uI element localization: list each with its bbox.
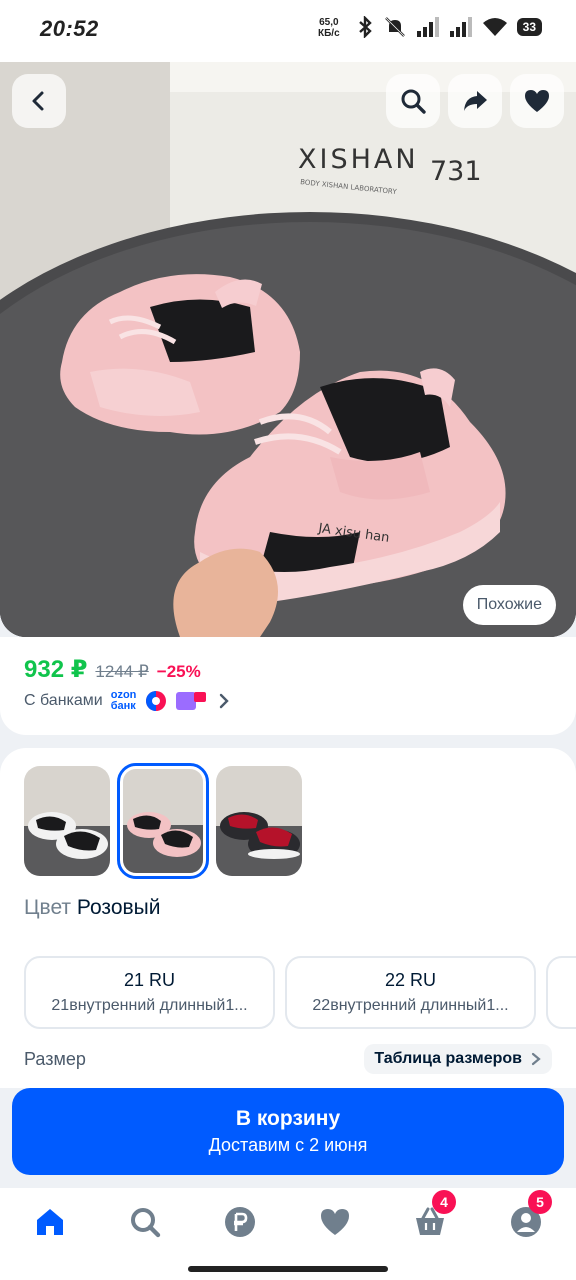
home-indicator[interactable] <box>188 1266 388 1272</box>
signal-icon <box>449 17 472 37</box>
cart-button-subtitle: Доставим с 2 июня <box>208 1135 368 1155</box>
ozon-bank-line2: банк <box>110 700 136 712</box>
current-price: 932 ₽ <box>24 656 88 683</box>
ruble-icon <box>225 1207 255 1237</box>
network-speed: 65,0 КБ/с <box>318 17 340 39</box>
banks-row[interactable]: С банками ozon банк <box>24 689 232 713</box>
thumb-image <box>24 766 110 876</box>
ozon-bank-logo: ozon банк <box>111 690 137 712</box>
color-thumbnails <box>24 763 302 879</box>
nav-home[interactable] <box>26 1198 74 1246</box>
status-time: 20:52 <box>40 16 99 41</box>
discount-badge: −25% <box>156 662 201 681</box>
product-photo: XISHAN 731 BODY XISHAN LABORATORY JA xis… <box>0 62 576 637</box>
size-label: Размер <box>24 1048 86 1069</box>
nav-search[interactable] <box>121 1198 169 1246</box>
nav-cart[interactable]: 4 <box>406 1190 456 1246</box>
heart-icon <box>525 90 549 112</box>
color-label: Цвет <box>24 896 72 919</box>
chevron-right-icon <box>220 693 230 709</box>
size-option-main: 22 RU <box>384 970 437 990</box>
old-price: 1244 ₽ <box>95 662 149 681</box>
color-value: Розовый <box>76 896 161 919</box>
wifi-icon <box>482 18 507 36</box>
battery-icon: 33 <box>516 18 542 36</box>
color-thumb-black-red[interactable] <box>216 766 302 876</box>
signal-icon <box>416 17 439 37</box>
status-bar: 20:52 65,0 КБ/с 33 <box>0 0 576 62</box>
cart-button-title: В корзину <box>235 1107 341 1130</box>
color-thumb-pink[interactable] <box>117 763 209 879</box>
bank-logo-icon <box>146 691 167 711</box>
thumb-image <box>216 766 302 876</box>
size-option[interactable]: 22 RU 22внутренний длинный1... <box>285 956 536 1029</box>
bluetooth-icon <box>358 16 372 38</box>
variant-card: Цвет Розовый 21 RU 21внутренний длинный1… <box>0 748 576 1088</box>
add-to-cart-button[interactable]: В корзину Доставим с 2 июня <box>12 1088 564 1175</box>
nav-finance[interactable] <box>216 1198 264 1246</box>
color-line: Цвет Розовый <box>24 896 161 920</box>
size-option-main: 21 RU <box>123 970 176 990</box>
product-page: 20:52 65,0 КБ/с 33 XISHAN 731 BODY XISHA… <box>0 0 576 1280</box>
size-option-sub: 22внутренний длинный1... <box>312 997 509 1014</box>
size-table-label: Таблица размеров <box>374 1050 522 1067</box>
nav-favorites[interactable] <box>311 1198 359 1246</box>
banks-label: С банками <box>24 692 103 709</box>
size-row: Размер Таблица размеров <box>24 1044 552 1074</box>
box-brand: XISHAN <box>298 144 419 175</box>
search-button[interactable] <box>386 74 440 128</box>
profile-count-badge: 5 <box>528 1190 552 1214</box>
size-options: 21 RU 21внутренний длинный1... 22 RU 22в… <box>24 956 576 1029</box>
chevron-right-icon <box>531 1052 541 1066</box>
price-card: 932 ₽ 1244 ₽ −25% С банками ozon банк <box>0 637 576 735</box>
size-option-sub: 21внутренний длинный1... <box>51 997 248 1014</box>
similar-button[interactable]: Похожие <box>462 585 556 625</box>
size-table-link[interactable]: Таблица размеров <box>364 1044 552 1074</box>
network-speed-unit: КБ/с <box>318 28 340 39</box>
search-icon <box>401 89 426 114</box>
color-thumb-black-white[interactable] <box>24 766 110 876</box>
size-option[interactable] <box>546 956 576 1029</box>
back-icon <box>32 91 44 111</box>
price-row: 932 ₽ 1244 ₽ −25% <box>24 655 201 684</box>
thumb-image <box>123 769 203 873</box>
share-button[interactable] <box>448 74 502 128</box>
box-brand-num: 731 <box>430 156 482 187</box>
heart-icon <box>321 1209 349 1235</box>
share-icon <box>464 91 487 111</box>
favorite-button[interactable] <box>510 74 564 128</box>
back-button[interactable] <box>12 74 66 128</box>
search-icon <box>131 1208 161 1238</box>
size-option[interactable]: 21 RU 21внутренний длинный1... <box>24 956 275 1029</box>
cart-count-badge: 4 <box>432 1190 456 1214</box>
mute-icon <box>384 17 405 37</box>
nav-profile[interactable]: 5 <box>502 1190 552 1246</box>
product-image[interactable]: XISHAN 731 BODY XISHAN LABORATORY JA xis… <box>0 62 576 637</box>
network-speed-value: 65,0 <box>319 17 339 28</box>
status-icons: 33 <box>356 16 542 38</box>
bank-card-icon <box>176 692 207 710</box>
home-icon <box>37 1209 63 1235</box>
